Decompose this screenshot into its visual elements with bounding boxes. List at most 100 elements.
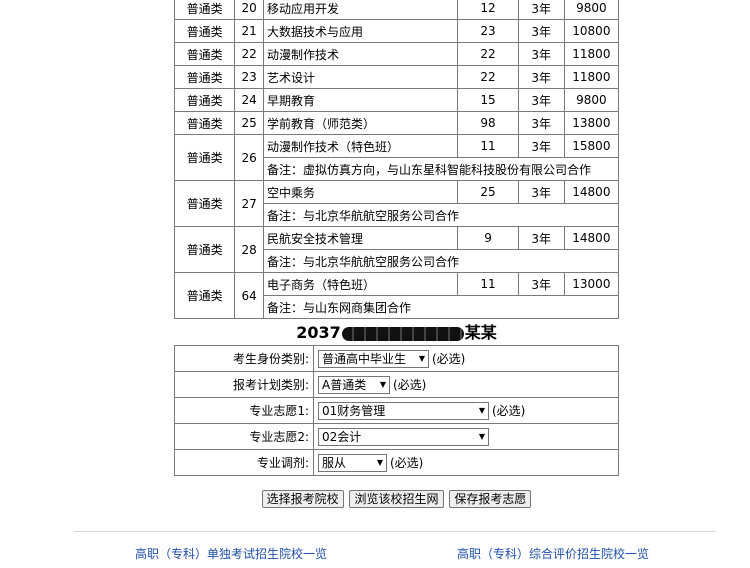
major-years-cell: 3年 bbox=[517, 134, 565, 158]
comprehensive-eval-schools-link[interactable]: 高职（专科）综合评价招生院校一览 bbox=[457, 545, 649, 562]
chevron-down-icon: ▼ bbox=[379, 379, 386, 389]
chevron-down-icon: ▼ bbox=[376, 457, 383, 467]
major-fee-cell: 11800 bbox=[563, 42, 620, 66]
identity-select[interactable]: 普通高中毕业生 ▼ bbox=[318, 349, 429, 368]
major-note-cell: 备注：与北京华航航空服务公司合作 bbox=[263, 249, 619, 273]
major-name-cell: 移动应用开发 bbox=[262, 0, 459, 20]
major-name-cell: 早期教育 bbox=[262, 88, 459, 112]
major-plan-cell: 9 bbox=[457, 226, 519, 250]
choice1-select[interactable]: 01财务管理 ▼ bbox=[318, 401, 489, 420]
major-years-cell: 3年 bbox=[517, 88, 565, 112]
form-row-adjust: 专业调剂: 服从 ▼ (必选) bbox=[174, 449, 619, 476]
adjust-required: (必选) bbox=[390, 456, 424, 470]
choose-school-button[interactable]: 选择报考院校 bbox=[261, 490, 344, 508]
choice2-select[interactable]: 02会计 ▼ bbox=[318, 427, 489, 446]
plan-select-value: A普通类 bbox=[322, 377, 367, 392]
major-number-cell: 24 bbox=[234, 88, 264, 112]
table-row: 普通类 20 移动应用开发 12 3年 9800 bbox=[173, 0, 620, 20]
major-plan-cell: 22 bbox=[457, 42, 519, 66]
major-fee-cell: 14800 bbox=[563, 180, 620, 204]
plan-select[interactable]: A普通类 ▼ bbox=[318, 375, 390, 394]
table-row: 普通类 26 动漫制作技术（特色班） 11 3年 15800 bbox=[173, 134, 620, 181]
major-plan-cell: 11 bbox=[457, 272, 519, 296]
major-note-cell: 备注：与北京华航航空服务公司合作 bbox=[263, 203, 619, 227]
major-years-cell: 3年 bbox=[517, 272, 565, 296]
footer-divider bbox=[74, 531, 716, 532]
form-row-identity: 考生身份类别: 普通高中毕业生 ▼ (必选) bbox=[174, 345, 619, 372]
choice1-label: 专业志愿1: bbox=[174, 397, 314, 424]
table-row: 普通类 23 艺术设计 22 3年 11800 bbox=[173, 65, 620, 89]
major-years-cell: 3年 bbox=[517, 0, 565, 20]
identity-label: 考生身份类别: bbox=[174, 345, 314, 372]
chevron-down-icon: ▼ bbox=[478, 431, 485, 441]
major-plan-cell: 15 bbox=[457, 88, 519, 112]
table-row: 普通类 28 民航安全技术管理 9 3年 14800 bbox=[173, 226, 620, 273]
identity-required: (必选) bbox=[432, 352, 466, 366]
major-category-cell: 普通类 bbox=[173, 19, 236, 43]
major-category-cell: 普通类 bbox=[173, 111, 236, 135]
major-number-cell: 27 bbox=[234, 180, 264, 227]
major-name-cell: 大数据技术与应用 bbox=[262, 19, 459, 43]
major-fee-cell: 9800 bbox=[563, 0, 620, 20]
major-category-cell: 普通类 bbox=[173, 134, 236, 181]
major-note-cell: 备注：虚拟仿真方向，与山东星科智能科技股份有限公司合作 bbox=[263, 157, 619, 181]
table-row: 普通类 25 学前教育（师范类） 98 3年 13800 bbox=[173, 111, 620, 135]
major-fee-cell: 13000 bbox=[563, 272, 620, 296]
major-category-cell: 普通类 bbox=[173, 180, 236, 227]
major-fee-cell: 11800 bbox=[563, 65, 620, 89]
major-years-cell: 3年 bbox=[517, 65, 565, 89]
major-plan-cell: 11 bbox=[457, 134, 519, 158]
major-fee-cell: 14800 bbox=[563, 226, 620, 250]
applicant-name-suffix: 某某 bbox=[464, 323, 497, 342]
choice2-select-value: 02会计 bbox=[322, 429, 362, 444]
plan-required: (必选) bbox=[393, 378, 427, 392]
application-form: 考生身份类别: 普通高中毕业生 ▼ (必选) 报考计划类别: A普通类 ▼ (必选) 专… bbox=[174, 345, 619, 476]
single-exam-schools-link[interactable]: 高职（专科）单独考试招生院校一览 bbox=[135, 545, 327, 562]
major-number-cell: 28 bbox=[234, 226, 264, 273]
major-name-cell: 艺术设计 bbox=[262, 65, 459, 89]
major-fee-cell: 15800 bbox=[563, 134, 620, 158]
major-number-cell: 64 bbox=[234, 272, 264, 319]
major-years-cell: 3年 bbox=[517, 111, 565, 135]
action-buttons: 选择报考院校 浏览该校招生网 保存报考志愿 bbox=[174, 490, 619, 508]
form-row-choice2: 专业志愿2: 02会计 ▼ bbox=[174, 423, 619, 450]
major-name-cell: 学前教育（师范类） bbox=[262, 111, 459, 135]
chevron-down-icon: ▼ bbox=[478, 405, 485, 415]
major-years-cell: 3年 bbox=[517, 226, 565, 250]
major-category-cell: 普通类 bbox=[173, 226, 236, 273]
major-fee-cell: 10800 bbox=[563, 19, 620, 43]
choice2-label: 专业志愿2: bbox=[174, 423, 314, 450]
major-category-cell: 普通类 bbox=[173, 272, 236, 319]
major-name-cell: 电子商务（特色班） bbox=[262, 272, 459, 296]
major-years-cell: 3年 bbox=[517, 19, 565, 43]
identity-select-value: 普通高中毕业生 bbox=[322, 351, 407, 366]
redaction-mask bbox=[341, 326, 464, 341]
major-number-cell: 23 bbox=[234, 65, 264, 89]
plan-label: 报考计划类别: bbox=[174, 371, 314, 398]
table-row: 普通类 24 早期教育 15 3年 9800 bbox=[173, 88, 620, 112]
applicant-id-prefix: 2037 bbox=[296, 323, 341, 342]
major-plan-cell: 12 bbox=[457, 0, 519, 20]
major-category-cell: 普通类 bbox=[173, 0, 236, 20]
major-fee-cell: 13800 bbox=[563, 111, 620, 135]
table-row: 普通类 21 大数据技术与应用 23 3年 10800 bbox=[173, 19, 620, 43]
table-row: 普通类 22 动漫制作技术 22 3年 11800 bbox=[173, 42, 620, 66]
table-row: 普通类 64 电子商务（特色班） 11 3年 13000 bbox=[173, 272, 620, 319]
major-category-cell: 普通类 bbox=[173, 88, 236, 112]
adjust-select-value: 服从 bbox=[322, 455, 347, 470]
adjust-select[interactable]: 服从 ▼ bbox=[318, 453, 387, 472]
major-name-cell: 空中乘务 bbox=[262, 180, 459, 204]
major-fee-cell: 9800 bbox=[563, 88, 620, 112]
major-category-cell: 普通类 bbox=[173, 65, 236, 89]
browse-school-site-button[interactable]: 浏览该校招生网 bbox=[349, 490, 444, 508]
chevron-down-icon: ▼ bbox=[418, 353, 425, 363]
adjust-label: 专业调剂: bbox=[174, 449, 314, 476]
form-row-choice1: 专业志愿1: 01财务管理 ▼ (必选) bbox=[174, 397, 619, 424]
save-application-button[interactable]: 保存报考志愿 bbox=[449, 490, 532, 508]
major-plan-cell: 23 bbox=[457, 19, 519, 43]
major-plan-cell: 98 bbox=[457, 111, 519, 135]
choice1-required: (必选) bbox=[492, 404, 526, 418]
major-name-cell: 民航安全技术管理 bbox=[262, 226, 459, 250]
choice1-select-value: 01财务管理 bbox=[322, 403, 386, 418]
major-number-cell: 21 bbox=[234, 19, 264, 43]
